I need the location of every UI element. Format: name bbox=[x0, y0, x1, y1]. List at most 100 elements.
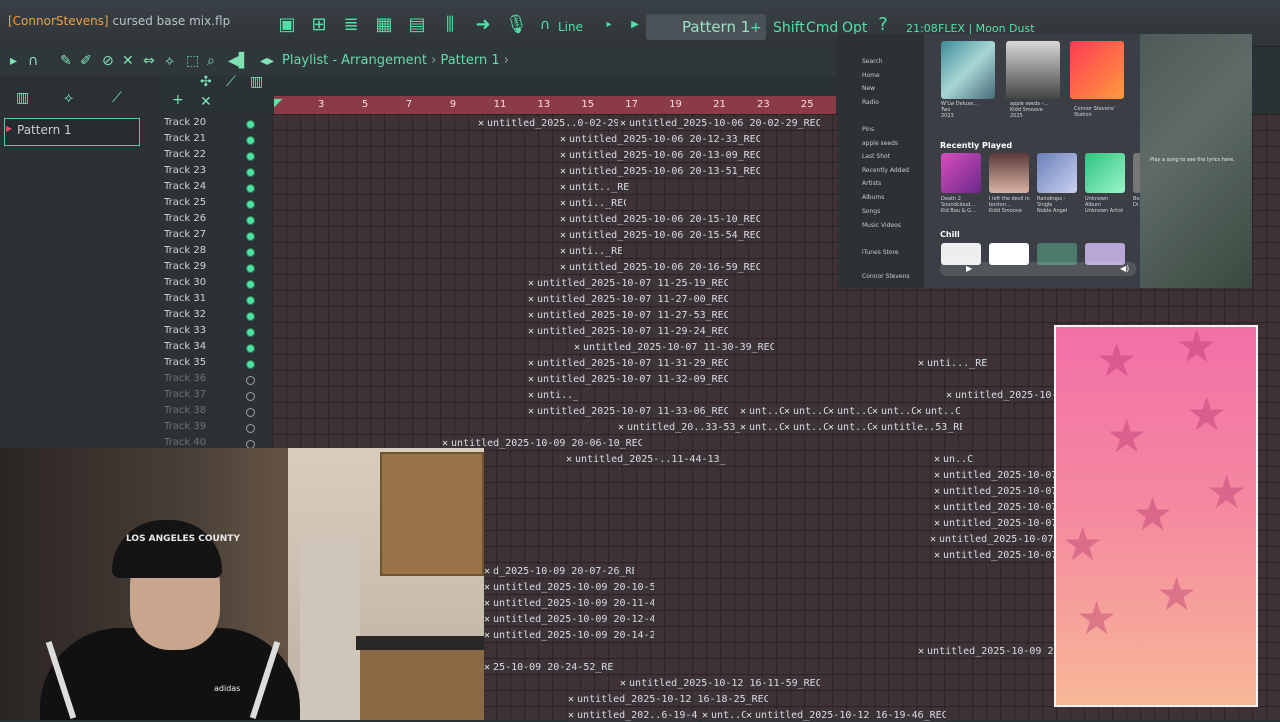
snap-icon[interactable]: ⊞ bbox=[308, 14, 330, 36]
audio-clip[interactable]: ✕unti.._REC bbox=[560, 197, 626, 210]
music-sidebar-item[interactable]: Music Videos bbox=[862, 222, 901, 229]
album-cover[interactable] bbox=[1085, 153, 1125, 193]
clip-close-icon[interactable]: ✕ bbox=[528, 294, 534, 305]
clip-close-icon[interactable]: ✕ bbox=[528, 326, 534, 337]
track-enable-toggle[interactable] bbox=[246, 376, 255, 385]
track-enable-toggle[interactable] bbox=[246, 184, 255, 193]
audio-clip[interactable]: ✕untitled_2025-10-09 20-11-47_REC bbox=[484, 597, 654, 610]
clip-close-icon[interactable]: ✕ bbox=[934, 518, 940, 529]
arrangement-arrows-icon[interactable]: ◂▸ bbox=[260, 53, 274, 69]
audio-clip[interactable]: ✕untitled_20..33-53_REC bbox=[618, 421, 740, 434]
audio-clip[interactable]: ✕ untitled_2025-10-06 20-13-51_REC bbox=[560, 165, 760, 178]
audio-clip[interactable]: ✕untitle..53_REC bbox=[872, 421, 962, 434]
track-name[interactable]: Track 40 bbox=[164, 437, 206, 448]
album-cover[interactable] bbox=[989, 153, 1029, 193]
clip-close-icon[interactable]: ✕ bbox=[872, 422, 878, 433]
clip-close-icon[interactable]: ✕ bbox=[484, 598, 490, 609]
audio-clip[interactable]: ✕ untitled_2025-10-12 16-18-25_REC bbox=[568, 693, 768, 706]
clip-close-icon[interactable]: ✕ bbox=[560, 150, 566, 161]
audio-clip-icon[interactable]: ⟡ bbox=[64, 90, 73, 106]
move-icon[interactable]: ✣ bbox=[200, 74, 212, 90]
audio-clip[interactable]: ✕ untitled_2025-10-06 20-02-29_REC bbox=[620, 117, 820, 130]
clip-close-icon[interactable]: ✕ bbox=[484, 630, 490, 641]
album-cover[interactable] bbox=[941, 41, 995, 99]
audio-clip[interactable]: ✕ unt..C bbox=[740, 405, 784, 418]
track-name[interactable]: Track 30 bbox=[164, 277, 206, 288]
track-name[interactable]: Track 37 bbox=[164, 389, 206, 400]
chill-heading[interactable]: Chill bbox=[940, 230, 960, 239]
audio-clip[interactable]: ✕ unt..C bbox=[828, 405, 872, 418]
track-enable-toggle[interactable] bbox=[246, 344, 255, 353]
album-cover[interactable] bbox=[1006, 41, 1060, 99]
track-name[interactable]: Track 28 bbox=[164, 245, 206, 256]
track-enable-toggle[interactable] bbox=[246, 168, 255, 177]
audio-clip[interactable]: ✕ untitled_2025-10-07 11-31-29_REC bbox=[528, 357, 728, 370]
audio-clip[interactable]: ✕ d_2025-10-09 20-07-26_REC bbox=[484, 565, 634, 578]
music-sidebar-item[interactable]: Albums bbox=[862, 194, 884, 201]
audio-clip[interactable]: ✕ unt..C bbox=[740, 421, 784, 434]
clip-close-icon[interactable]: ✕ bbox=[740, 406, 746, 417]
clip-close-icon[interactable]: ✕ bbox=[560, 230, 566, 241]
track-enable-toggle[interactable] bbox=[246, 136, 255, 145]
audio-clip[interactable]: ✕untitled_202..6-19-46_REC bbox=[568, 709, 698, 722]
slice-icon[interactable]: ⟡ bbox=[165, 53, 174, 69]
mixer-icon[interactable]: ⫼ bbox=[439, 14, 461, 36]
microphone-icon[interactable]: 🎙 bbox=[505, 14, 528, 36]
clip-close-icon[interactable]: ✕ bbox=[528, 374, 534, 385]
music-sidebar-item[interactable]: Artists bbox=[862, 180, 881, 187]
audio-clip[interactable]: ✕ untitled_2025-10-12 16-11-59_REC bbox=[620, 677, 820, 690]
clip-close-icon[interactable]: ✕ bbox=[828, 406, 834, 417]
clip-close-icon[interactable]: ✕ bbox=[618, 422, 624, 433]
clip-close-icon[interactable]: ✕ bbox=[934, 502, 940, 513]
headphones-icon[interactable]: ∩ bbox=[534, 14, 556, 36]
close-icon[interactable]: ✕ bbox=[200, 94, 212, 110]
track-name[interactable]: Track 39 bbox=[164, 421, 206, 432]
audio-clip[interactable]: ✕untitled_2025-10-09 20-14-20_REC bbox=[484, 629, 654, 642]
zoom-icon[interactable]: ⌕ bbox=[207, 53, 215, 69]
automation-icon[interactable]: ⟋ bbox=[112, 90, 122, 106]
clip-close-icon[interactable]: ✕ bbox=[784, 406, 790, 417]
audio-clip[interactable]: ✕untitled_2025-10-09 20-12-42_REC bbox=[484, 613, 654, 626]
audio-clip[interactable]: ✕ unt..C bbox=[784, 405, 828, 418]
clip-close-icon[interactable]: ✕ bbox=[560, 198, 566, 209]
track-name[interactable]: Track 33 bbox=[164, 325, 206, 336]
pattern-breadcrumb[interactable]: Pattern 1 bbox=[440, 53, 499, 68]
music-sidebar-item[interactable]: Connor Stevens bbox=[862, 273, 910, 280]
clip-close-icon[interactable]: ✕ bbox=[478, 118, 484, 129]
track-enable-toggle[interactable] bbox=[246, 408, 255, 417]
clip-close-icon[interactable]: ✕ bbox=[916, 406, 922, 417]
track-enable-toggle[interactable] bbox=[246, 328, 255, 337]
music-sidebar-item[interactable]: Pins bbox=[862, 126, 874, 133]
track-name[interactable]: Track 32 bbox=[164, 309, 206, 320]
clip-close-icon[interactable]: ✕ bbox=[484, 566, 490, 577]
clip-close-icon[interactable]: ✕ bbox=[560, 134, 566, 145]
track-name[interactable]: Track 26 bbox=[164, 213, 206, 224]
keys-icon[interactable]: ▥ bbox=[250, 74, 263, 90]
playlist-icon[interactable]: ≣ bbox=[340, 14, 362, 36]
audio-clip[interactable]: ✕ untitled_2025-10-07 bbox=[934, 501, 1054, 514]
album-cover[interactable] bbox=[1037, 153, 1077, 193]
track-name[interactable]: Track 25 bbox=[164, 197, 206, 208]
clip-close-icon[interactable]: ✕ bbox=[828, 422, 834, 433]
track-enable-toggle[interactable] bbox=[246, 216, 255, 225]
clip-close-icon[interactable]: ✕ bbox=[560, 166, 566, 177]
arrow-right-icon[interactable]: ➜ bbox=[472, 14, 494, 36]
audio-clip[interactable]: ✕ untitled_2025-10-06 20-15-10_REC bbox=[560, 213, 760, 226]
track-enable-toggle[interactable] bbox=[246, 200, 255, 209]
delete-icon[interactable]: ⊘ bbox=[102, 53, 114, 69]
clip-close-icon[interactable]: ✕ bbox=[946, 390, 952, 401]
clip-close-icon[interactable]: ✕ bbox=[620, 118, 626, 129]
track-enable-toggle[interactable] bbox=[246, 120, 255, 129]
audio-clip[interactable]: ✕ untitled_2025-10-06 20-15-54_REC bbox=[560, 229, 760, 242]
volume-icon[interactable]: ◀) bbox=[1120, 264, 1129, 273]
audio-clip[interactable]: ✕ untitled_2025-10-07 11-25-19_REC bbox=[528, 277, 728, 290]
track-enable-toggle[interactable] bbox=[246, 392, 255, 401]
audio-clip[interactable]: ✕untitled_2025-10-09 20 bbox=[946, 389, 1054, 402]
audio-clip[interactable]: ✕unti.._REC bbox=[560, 245, 622, 258]
clip-close-icon[interactable]: ✕ bbox=[872, 406, 878, 417]
track-name[interactable]: Track 21 bbox=[164, 133, 206, 144]
audio-clip[interactable]: ✕ untitled_2025-10-07 11-29-24_REC bbox=[528, 325, 728, 338]
clip-close-icon[interactable]: ✕ bbox=[484, 614, 490, 625]
track-name[interactable]: Track 24 bbox=[164, 181, 206, 192]
track-enable-toggle[interactable] bbox=[246, 424, 255, 433]
